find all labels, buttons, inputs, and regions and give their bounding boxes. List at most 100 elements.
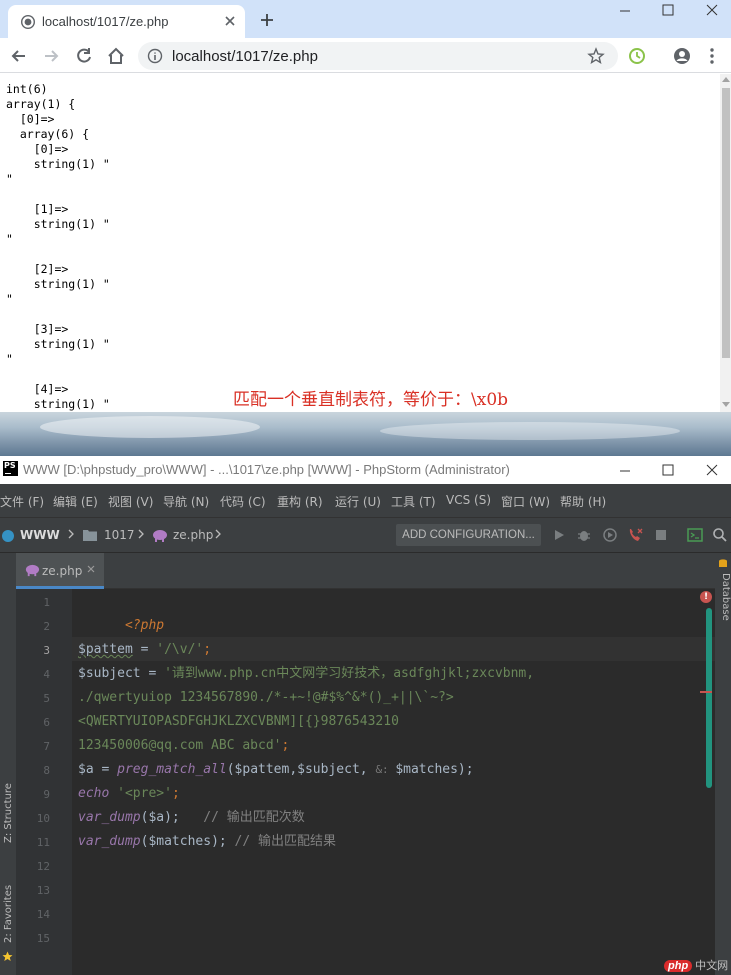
structure-tool-tab[interactable]: Z: Structure [3,783,14,843]
php-file-icon [153,530,167,542]
scroll-up-icon[interactable] [722,77,730,82]
favorites-star-icon [2,951,13,961]
code-line-7: 123450006@qq.com ABC abcd'; [78,738,290,753]
address-bar[interactable]: localhost/1017/ze.php [138,42,618,70]
menu-file[interactable]: 文件 (F) [0,493,44,510]
line-number: 4 [43,668,50,681]
debug-icon[interactable] [576,527,592,543]
dump-line: [0]=> [6,112,55,126]
search-icon[interactable] [712,527,728,543]
menu-view[interactable]: 视图 (V) [108,493,153,510]
breadcrumb-folder[interactable]: 1017 [104,528,135,542]
globe-icon [21,15,35,29]
reload-icon[interactable] [74,46,94,66]
phpstorm-logo-icon: PS [3,461,18,476]
menu-vcs[interactable]: VCS (S) [446,493,491,507]
code-line-4: $subject = '请到www.php.cn中文网学习好技术，asdfghj… [78,666,535,681]
php-listen-debug-icon[interactable] [627,527,643,543]
url-text: localhost/1017/ze.php [172,48,318,65]
scroll-down-icon[interactable] [722,402,730,407]
editor-tab-ze-php[interactable]: ze.php [16,553,104,589]
menu-help[interactable]: 帮助 (H) [560,493,606,510]
account-icon[interactable] [672,46,692,66]
code-editor[interactable]: <?php $pattem = '/\v/'; $subject = '请到ww… [72,589,715,975]
line-number: 11 [36,836,50,849]
code-line-11: var_dump($matches); // 输出匹配结果 [78,834,337,849]
back-icon[interactable] [9,46,29,66]
run-icon[interactable] [551,527,567,543]
info-icon[interactable] [147,48,163,64]
error-indicator-icon[interactable]: ! [700,591,712,603]
menu-refactor[interactable]: 重构 (R) [277,493,323,510]
menu-edit[interactable]: 编辑 (E) [53,493,98,510]
menu-code[interactable]: 代码 (C) [220,493,266,510]
phpstorm-window: PS WWW [D:\phpstudy_pro\WWW] - ...\1017\… [0,456,731,975]
editor-tab-label: ze.php [42,564,83,578]
dump-line: " [6,352,13,366]
left-tool-strip: 2: Favorites Z: Structure [0,553,16,975]
editor-scrollbar-thumb[interactable] [706,608,712,788]
page-scrollbar[interactable] [720,74,731,412]
folder-icon [83,530,97,541]
tab-title: localhost/1017/ze.php [42,14,169,29]
dump-line: array(6) { [6,127,90,141]
stop-icon[interactable] [653,527,669,543]
watermark: php 中文网 [664,957,728,973]
code-line-8: $a = preg_match_all($pattem,$subject, &:… [78,762,474,777]
line-number: 13 [36,884,50,897]
breadcrumb-file[interactable]: ze.php [173,528,213,542]
chevron-right-icon [68,529,74,539]
line-number: 7 [43,740,50,753]
scrollbar-thumb[interactable] [722,88,730,358]
bookmark-star-icon[interactable] [587,47,605,65]
error-stripe-marker[interactable] [700,691,712,693]
home-icon[interactable] [106,46,126,66]
breadcrumb-project[interactable]: WWW [20,528,60,542]
cloud-shape [380,422,680,440]
line-number: 9 [43,788,50,801]
browser-tab[interactable]: localhost/1017/ze.php [8,5,245,38]
right-tool-strip: Database [715,553,731,975]
menu-tools[interactable]: 工具 (T) [391,493,436,510]
close-window-icon[interactable] [704,462,720,478]
forward-icon[interactable] [41,46,61,66]
dump-line: " [6,232,13,246]
dump-blank-line [6,307,110,322]
dump-line: [4]=> [6,382,69,396]
terminal-icon[interactable] [687,527,703,543]
dump-blank-line [6,247,110,262]
desktop-background [0,412,731,456]
dump-line: string(1) " [6,277,110,291]
browser-toolbar: localhost/1017/ze.php [0,38,731,73]
code-line-5: ./qwertyuiop 1234567890./*-+~!@#$%^&*()_… [78,690,454,705]
browser-window: localhost/1017/ze.php localhost/1017/ze.… [0,0,731,412]
favorites-tool-tab[interactable]: 2: Favorites [3,885,14,943]
code-line-6: <QWERTYUIOPASDFGHJKLZXCVBNM][{}987654321… [78,714,399,729]
history-extension-icon[interactable] [627,46,647,66]
coverage-icon[interactable] [602,527,618,543]
maximize-icon[interactable] [660,2,676,18]
close-icon[interactable] [222,13,238,29]
line-number: 5 [43,692,50,705]
dump-line: string(1) " [6,397,110,411]
dump-blank-line [6,187,110,202]
dump-line: [3]=> [6,322,69,336]
close-tab-icon[interactable] [86,564,96,574]
database-tool-tab[interactable]: Database [720,573,731,621]
dump-line: string(1) " [6,217,110,231]
menu-run[interactable]: 运行 (U) [335,493,381,510]
add-configuration-button[interactable]: ADD CONFIGURATION... [396,524,541,546]
ide-navigation-bar: WWW 1017 ze.php ADD CONFIGURATION... [0,517,731,553]
dump-line: array(1) { [6,97,76,111]
menu-window[interactable]: 窗口 (W) [501,493,550,510]
more-menu-icon[interactable] [702,46,722,66]
minimize-icon[interactable] [617,2,633,18]
editor-tabs: ze.php [16,553,715,589]
parameter-hint: &: [375,763,396,776]
minimize-icon[interactable] [617,462,633,478]
close-window-icon[interactable] [704,2,720,18]
menu-navigate[interactable]: 导航 (N) [163,493,209,510]
new-tab-icon[interactable] [258,11,276,29]
maximize-icon[interactable] [660,462,676,478]
code-line-9: echo '<pre>'; [78,786,180,801]
